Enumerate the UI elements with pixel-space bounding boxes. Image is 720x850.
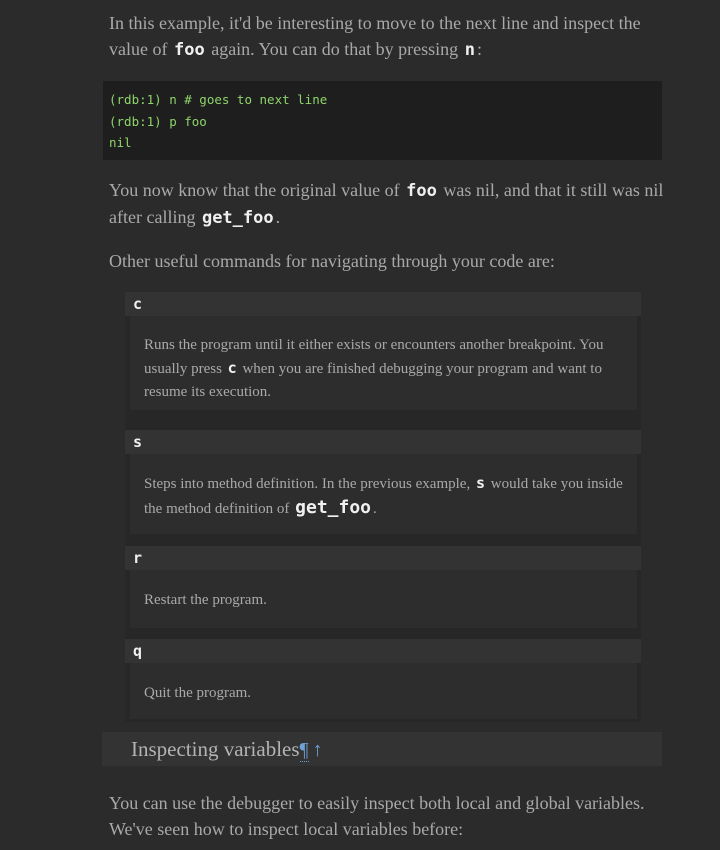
p2-text-before: You now know that the original value of	[109, 180, 405, 200]
permalink-anchor-icon[interactable]: ¶	[299, 739, 309, 762]
command-desc-text: Steps into method definition. In the pre…	[144, 472, 623, 521]
inline-code-get-foo: get_foo	[295, 497, 371, 518]
original-value-paragraph: You now know that the original value of …	[109, 177, 669, 231]
intro-paragraph: In this example, it'd be interesting to …	[109, 10, 669, 63]
section-heading: Inspecting variables¶ ↑	[131, 736, 323, 763]
inline-code-get-foo: get_foo	[201, 208, 274, 228]
inline-code-s: s	[475, 474, 485, 492]
code-block[interactable]: (rdb:1) n # goes to next line (rdb:1) p …	[103, 81, 662, 160]
section-heading-title: Inspecting variables	[131, 737, 300, 761]
intro-text-middle: again. You can do that by pressing	[206, 39, 463, 59]
code-line: (rdb:1) p foo	[109, 113, 207, 129]
p2-text-after: .	[275, 207, 281, 227]
section-heading-bar: Inspecting variables¶ ↑	[102, 732, 662, 766]
inline-code-foo: foo	[406, 181, 437, 201]
code-line: nil	[109, 135, 132, 150]
code-line: (rdb:1) n # goes to next line	[109, 92, 328, 107]
command-term-s: s	[125, 430, 641, 454]
inline-code-n: n	[464, 40, 475, 60]
inspect-variables-paragraph: You can use the debugger to easily inspe…	[109, 793, 645, 839]
command-desc-q: Quit the program.	[130, 663, 637, 719]
command-term-label: c	[133, 295, 143, 313]
back-to-top-icon[interactable]: ↑	[313, 739, 323, 761]
command-desc-s: Steps into method definition. In the pre…	[130, 454, 637, 534]
desc-text-before: Steps into method definition. In the pre…	[144, 476, 474, 492]
desc-text-after: .	[373, 501, 377, 517]
command-term-label: q	[133, 642, 143, 660]
command-desc-c: Runs the program until it either exists …	[130, 316, 637, 410]
command-desc-text: Restart the program.	[144, 592, 267, 608]
commands-intro-paragraph: Other useful commands for navigating thr…	[109, 251, 555, 271]
command-term-label: r	[133, 549, 143, 567]
command-term-r: r	[125, 546, 641, 570]
command-desc-text: Quit the program.	[144, 685, 252, 701]
inline-code-foo: foo	[173, 40, 205, 60]
command-term-label: s	[133, 433, 143, 451]
command-term-c: c	[125, 292, 641, 316]
command-desc-r: Restart the program.	[130, 570, 637, 628]
command-desc-text: Runs the program until it either exists …	[144, 334, 623, 404]
command-term-q: q	[125, 639, 641, 663]
inline-code-c: c	[227, 359, 237, 377]
intro-text-after: :	[476, 39, 482, 59]
